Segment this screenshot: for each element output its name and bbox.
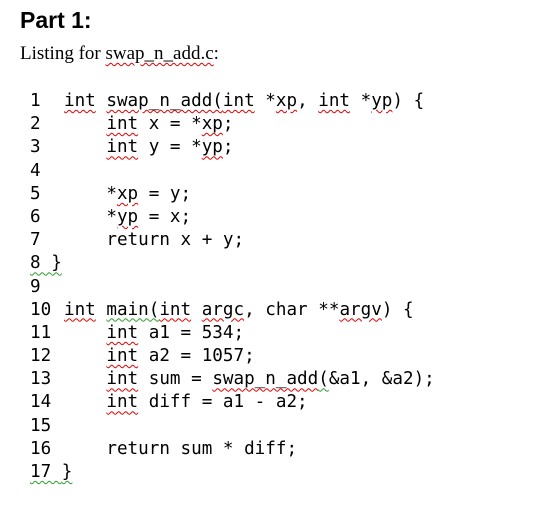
code-token: int [222, 91, 255, 111]
code-token: * [64, 183, 117, 204]
code-token: xp [201, 114, 223, 135]
code-line: 6 *yp = x; [30, 206, 435, 229]
line-number: 6 [30, 206, 41, 227]
code-token: , char ** [244, 299, 340, 320]
code-token: int [64, 91, 96, 111]
line-number: 13 [30, 369, 52, 390]
line-number: 1 [30, 91, 41, 111]
code-token: a1 = 534; [138, 322, 245, 343]
code-token: main( [106, 299, 160, 320]
code-token: int [106, 392, 139, 413]
caption-prefix: Listing for [20, 43, 106, 64]
line-number: 7 [30, 230, 41, 251]
line-number: 17 [30, 462, 62, 482]
code-token: int [106, 346, 139, 367]
code-line: 9 [30, 276, 435, 299]
code-token: sum = [138, 369, 213, 390]
code-token: yp [371, 91, 393, 111]
line-number: 9 [30, 276, 41, 297]
line-number: 16 [30, 438, 52, 459]
code-token: = x; [138, 206, 192, 227]
code-token: * [254, 91, 276, 111]
code-line: 1 int swap_n_add(int *xp, int *yp) { [30, 90, 435, 113]
code-token: int [159, 299, 192, 320]
caption-suffix: : [213, 43, 219, 64]
line-number: 12 [30, 346, 52, 367]
code-token: diff = a1 - a2; [138, 392, 308, 413]
code-line: 2 int x = *xp; [30, 113, 435, 136]
code-token: ; [222, 137, 234, 158]
code-line: 14 int diff = a1 - a2; [30, 391, 435, 414]
code-token: y = * [138, 137, 202, 158]
code-token: int [318, 91, 351, 111]
line-number: 8 [30, 253, 52, 274]
code-token: swap_n_add( [106, 91, 223, 111]
line-number: 3 [30, 137, 41, 158]
code-token: * [64, 206, 117, 227]
code-token: xp [116, 183, 139, 204]
line-number: 2 [30, 114, 41, 135]
code-token: int [106, 369, 139, 390]
line-number: 14 [30, 392, 52, 413]
code-line: 13 int sum = swap_n_add(&a1, &a2); [30, 368, 435, 391]
listing-caption: Listing for swap_n_add.c: [20, 42, 219, 66]
code-token: } [61, 462, 73, 482]
code-line: 16 return sum * diff; [30, 438, 435, 461]
code-token: int [106, 114, 139, 135]
code-token: * [350, 91, 372, 111]
code-token: xp [275, 91, 298, 111]
code-token: int [106, 322, 139, 343]
code-line: 12 int a2 = 1057; [30, 345, 435, 368]
line-number: 10 [30, 299, 52, 320]
code-line: 17 } [30, 461, 435, 484]
code-token: ) { [392, 91, 425, 111]
code-token: &a1, &a2); [328, 369, 435, 390]
code-line: 4 [30, 160, 435, 183]
code-token: ; [222, 114, 234, 135]
code-token: swap_n_add [212, 369, 319, 390]
code-line: 3 int y = *yp; [30, 136, 435, 159]
code-line: 11 int a1 = 534; [30, 322, 435, 345]
code-token: ) { [381, 299, 414, 320]
code-token: return x + y; [64, 230, 245, 251]
code-token: argc [201, 299, 245, 320]
code-token: } [51, 253, 62, 274]
code-line: 5 *xp = y; [30, 183, 435, 206]
code-token: return sum * diff; [64, 438, 298, 459]
line-number: 4 [30, 160, 41, 181]
code-token: int [64, 299, 96, 320]
code-listing: 1 int swap_n_add(int *xp, int *yp) {2 int… [30, 90, 435, 484]
code-token: int [106, 137, 139, 158]
code-token: argv [339, 299, 382, 320]
line-number: 15 [30, 415, 52, 436]
code-token: = y; [138, 183, 192, 204]
code-line: 10 int main(int argc, char **argv) { [30, 299, 435, 322]
code-token: yp [201, 137, 223, 158]
code-line: 8 } [30, 252, 435, 275]
code-token: x = * [138, 114, 202, 135]
code-token: a2 = 1057; [138, 346, 255, 367]
code-line: 15 [30, 415, 435, 438]
code-line: 7 return x + y; [30, 229, 435, 252]
code-token: , [297, 91, 319, 111]
line-number: 5 [30, 183, 41, 204]
line-number: 11 [30, 322, 52, 343]
caption-filename: swap_n_add.c [105, 43, 214, 64]
code-token: yp [116, 206, 139, 227]
code-token: ( [318, 369, 329, 390]
part-heading: Part 1: [20, 7, 92, 33]
